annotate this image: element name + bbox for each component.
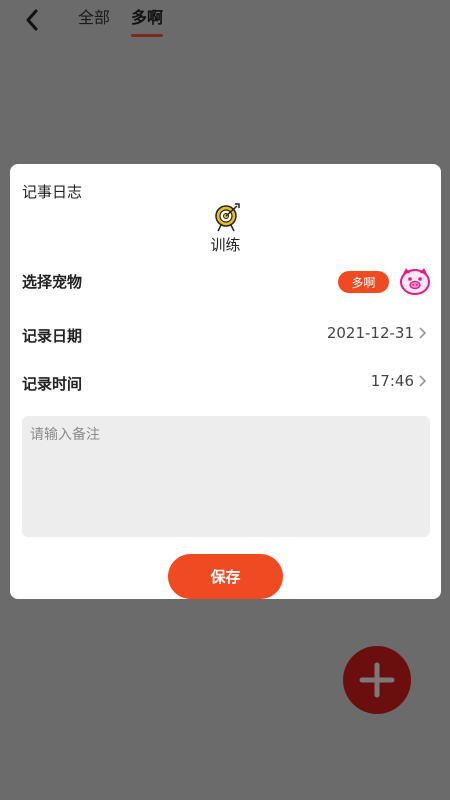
dialog-title: 记事日志	[22, 183, 83, 201]
category-label: 训练	[210, 236, 241, 254]
tab-all[interactable]: 全部	[78, 8, 110, 28]
note-input[interactable]: 请输入备注	[22, 416, 430, 537]
back-button[interactable]	[20, 6, 44, 34]
time-row-label: 记录时间	[22, 375, 83, 393]
log-dialog: 记事日志 训练 选择宠物 多啊 记录日期 2021-12-31 记录时间 17:…	[10, 164, 441, 599]
time-value: 17:46	[370, 372, 414, 390]
note-placeholder: 请输入备注	[30, 427, 100, 443]
tab-pet-duoa[interactable]: 多啊	[131, 8, 164, 37]
chevron-left-icon	[26, 9, 38, 31]
tab-all-label: 全部	[78, 8, 111, 27]
date-picker[interactable]: 2021-12-31	[327, 324, 427, 342]
active-tab-indicator	[131, 34, 164, 37]
top-bar: 全部 多啊	[0, 0, 450, 40]
pig-avatar-icon[interactable]	[398, 265, 432, 297]
plus-icon	[359, 662, 395, 698]
target-icon	[215, 203, 240, 232]
pet-row-label: 选择宠物	[22, 273, 83, 291]
date-value: 2021-12-31	[326, 324, 414, 342]
add-button[interactable]	[343, 646, 411, 714]
tab-pet-label: 多啊	[131, 8, 164, 27]
pet-badge-label: 多啊	[351, 275, 376, 290]
chevron-right-icon	[419, 375, 427, 387]
save-button[interactable]: 保存	[168, 554, 283, 599]
chevron-right-icon	[419, 327, 427, 339]
pet-badge[interactable]: 多啊	[338, 271, 389, 293]
date-row-label: 记录日期	[22, 327, 83, 345]
time-picker[interactable]: 17:46	[371, 372, 427, 390]
